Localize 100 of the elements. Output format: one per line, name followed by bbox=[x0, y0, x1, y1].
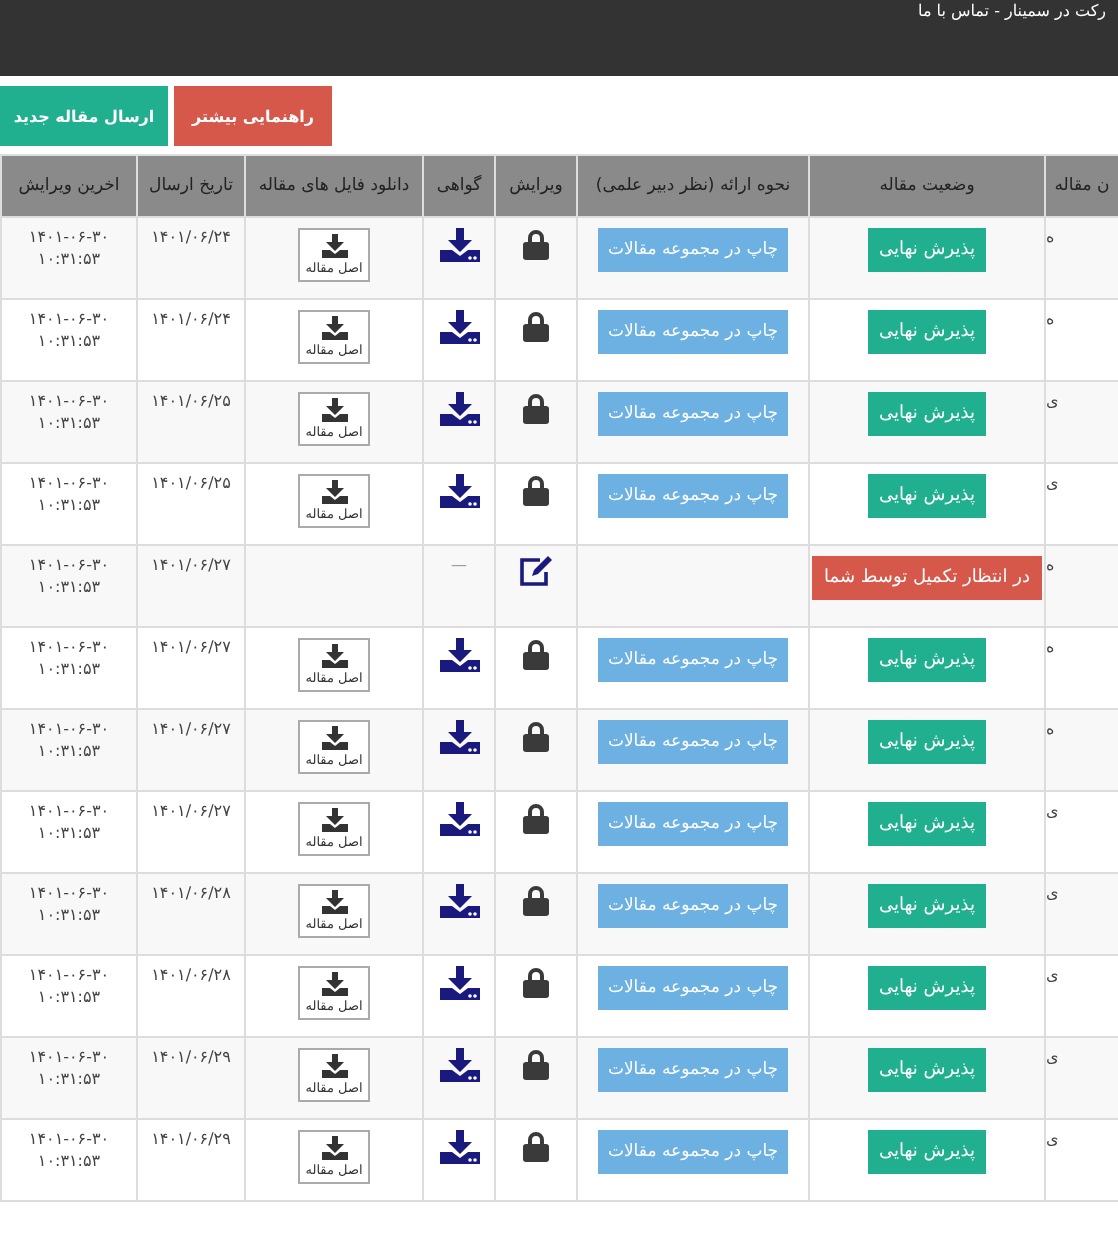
last-edit-date: ۱۴۰۱-۰۶-۳۰ bbox=[28, 884, 110, 902]
download-icon[interactable] bbox=[439, 1048, 479, 1082]
help-button[interactable]: راهنمایی بیشتر bbox=[174, 86, 332, 146]
nav-links-text[interactable]: رکت در سمینار - تماس با ما bbox=[918, 0, 1118, 20]
column-header: تاریخ ارسال bbox=[136, 156, 244, 216]
download-icon bbox=[321, 890, 347, 914]
last-edit-date: ۱۴۰۱-۰۶-۳۰ bbox=[28, 392, 110, 410]
certificate-unavailable: — bbox=[451, 556, 467, 574]
download-icon bbox=[321, 1136, 347, 1160]
sent-date: ۱۴۰۱/۰۶/۲۷ bbox=[151, 638, 231, 656]
last-edit-time: ۱۰:۳۱:۵۳ bbox=[37, 660, 101, 678]
column-header: نحوه ارائه (نظر دبیر علمی) bbox=[576, 156, 808, 216]
status-badge: پذیرش نهایی bbox=[867, 228, 987, 272]
download-icon[interactable] bbox=[439, 1130, 479, 1164]
status-badge: پذیرش نهایی bbox=[867, 1048, 987, 1092]
last-edit-time: ۱۰:۳۱:۵۳ bbox=[37, 742, 101, 760]
download-icon bbox=[321, 644, 347, 668]
last-edit-time: ۱۰:۳۱:۵۳ bbox=[37, 906, 101, 924]
last-edit-time: ۱۰:۳۱:۵۳ bbox=[37, 1152, 101, 1170]
title-fragment: ی bbox=[1046, 392, 1059, 410]
presentation-badge: چاپ در مجموعه مقالات bbox=[597, 1048, 789, 1092]
title-fragment: ه bbox=[1046, 310, 1055, 328]
download-icon bbox=[321, 726, 347, 750]
column-header: دانلود فایل های مقاله bbox=[244, 156, 422, 216]
download-icon bbox=[321, 234, 347, 258]
last-edit-time: ۱۰:۳۱:۵۳ bbox=[37, 824, 101, 842]
sent-date: ۱۴۰۱/۰۶/۲۸ bbox=[151, 966, 231, 984]
last-edit-time: ۱۰:۳۱:۵۳ bbox=[37, 414, 101, 432]
title-fragment: ی bbox=[1046, 1130, 1059, 1148]
sent-date: ۱۴۰۱/۰۶/۲۷ bbox=[151, 556, 231, 574]
presentation-badge: چاپ در مجموعه مقالات bbox=[597, 802, 789, 846]
presentation-badge: چاپ در مجموعه مقالات bbox=[597, 474, 789, 518]
last-edit-date: ۱۴۰۱-۰۶-۳۰ bbox=[28, 802, 110, 820]
download-icon[interactable] bbox=[439, 966, 479, 1000]
last-edit-date: ۱۴۰۱-۰۶-۳۰ bbox=[28, 556, 110, 574]
download-icon bbox=[321, 480, 347, 504]
sent-date: ۱۴۰۱/۰۶/۲۹ bbox=[151, 1130, 231, 1148]
status-badge: پذیرش نهایی bbox=[867, 392, 987, 436]
download-icon[interactable] bbox=[439, 884, 479, 918]
presentation-badge: چاپ در مجموعه مقالات bbox=[597, 310, 789, 354]
presentation-badge: چاپ در مجموعه مقالات bbox=[597, 1130, 789, 1174]
title-fragment: ه bbox=[1046, 556, 1055, 574]
status-badge: پذیرش نهایی bbox=[867, 638, 987, 682]
status-badge: پذیرش نهایی bbox=[867, 474, 987, 518]
column-header: ن مقاله bbox=[1044, 156, 1118, 216]
sent-date: ۱۴۰۱/۰۶/۲۷ bbox=[151, 802, 231, 820]
download-icon bbox=[321, 398, 347, 422]
edit-icon[interactable] bbox=[518, 556, 554, 588]
status-badge: پذیرش نهایی bbox=[867, 802, 987, 846]
download-icon bbox=[321, 808, 347, 832]
presentation-badge: چاپ در مجموعه مقالات bbox=[597, 392, 789, 436]
status-badge: پذیرش نهایی bbox=[867, 720, 987, 764]
title-fragment: ی bbox=[1046, 884, 1059, 902]
status-badge: پذیرش نهایی bbox=[867, 310, 987, 354]
last-edit-date: ۱۴۰۱-۰۶-۳۰ bbox=[28, 1130, 110, 1148]
title-fragment: ه bbox=[1046, 638, 1055, 656]
presentation-badge: چاپ در مجموعه مقالات bbox=[597, 720, 789, 764]
download-icon bbox=[321, 972, 347, 996]
download-icon[interactable] bbox=[439, 310, 479, 344]
last-edit-time: ۱۰:۳۱:۵۳ bbox=[37, 496, 101, 514]
status-badge: پذیرش نهایی bbox=[867, 966, 987, 1010]
title-fragment: ی bbox=[1046, 802, 1059, 820]
last-edit-date: ۱۴۰۱-۰۶-۳۰ bbox=[28, 966, 110, 984]
presentation-badge: چاپ در مجموعه مقالات bbox=[597, 638, 789, 682]
last-edit-time: ۱۰:۳۱:۵۳ bbox=[37, 988, 101, 1006]
download-icon[interactable] bbox=[439, 474, 479, 508]
status-badge: پذیرش نهایی bbox=[867, 1130, 987, 1174]
download-icon[interactable] bbox=[439, 802, 479, 836]
last-edit-date: ۱۴۰۱-۰۶-۳۰ bbox=[28, 1048, 110, 1066]
last-edit-date: ۱۴۰۱-۰۶-۳۰ bbox=[28, 638, 110, 656]
last-edit-time: ۱۰:۳۱:۵۳ bbox=[37, 578, 101, 596]
status-badge: پذیرش نهایی bbox=[867, 884, 987, 928]
column-header: وضعیت مقاله bbox=[808, 156, 1044, 216]
download-icon[interactable] bbox=[439, 638, 479, 672]
last-edit-date: ۱۴۰۱-۰۶-۳۰ bbox=[28, 720, 110, 738]
sent-date: ۱۴۰۱/۰۶/۲۵ bbox=[151, 392, 231, 410]
column-header: گواهی bbox=[422, 156, 494, 216]
download-icon[interactable] bbox=[439, 392, 479, 426]
title-fragment: ی bbox=[1046, 966, 1059, 984]
title-fragment: ه bbox=[1046, 720, 1055, 738]
last-edit-time: ۱۰:۳۱:۵۳ bbox=[37, 1070, 101, 1088]
download-icon[interactable] bbox=[439, 720, 479, 754]
last-edit-date: ۱۴۰۱-۰۶-۳۰ bbox=[28, 474, 110, 492]
sent-date: ۱۴۰۱/۰۶/۲۴ bbox=[151, 310, 231, 328]
download-icon bbox=[321, 316, 347, 340]
download-icon bbox=[321, 1054, 347, 1078]
sent-date: ۱۴۰۱/۰۶/۲۷ bbox=[151, 720, 231, 738]
last-edit-date: ۱۴۰۱-۰۶-۳۰ bbox=[28, 228, 110, 246]
title-fragment: ی bbox=[1046, 1048, 1059, 1066]
last-edit-time: ۱۰:۳۱:۵۳ bbox=[37, 250, 101, 268]
presentation-badge: چاپ در مجموعه مقالات bbox=[597, 884, 789, 928]
status-badge: در انتظار تکمیل توسط شما bbox=[812, 556, 1042, 600]
download-icon[interactable] bbox=[439, 228, 479, 262]
sent-date: ۱۴۰۱/۰۶/۲۹ bbox=[151, 1048, 231, 1066]
presentation-badge: چاپ در مجموعه مقالات bbox=[597, 228, 789, 272]
presentation-badge: چاپ در مجموعه مقالات bbox=[597, 966, 789, 1010]
column-header: اخرین ویرایش bbox=[0, 156, 136, 216]
column-header: ویرایش bbox=[494, 156, 576, 216]
title-fragment: ی bbox=[1046, 474, 1059, 492]
sent-date: ۱۴۰۱/۰۶/۲۸ bbox=[151, 884, 231, 902]
